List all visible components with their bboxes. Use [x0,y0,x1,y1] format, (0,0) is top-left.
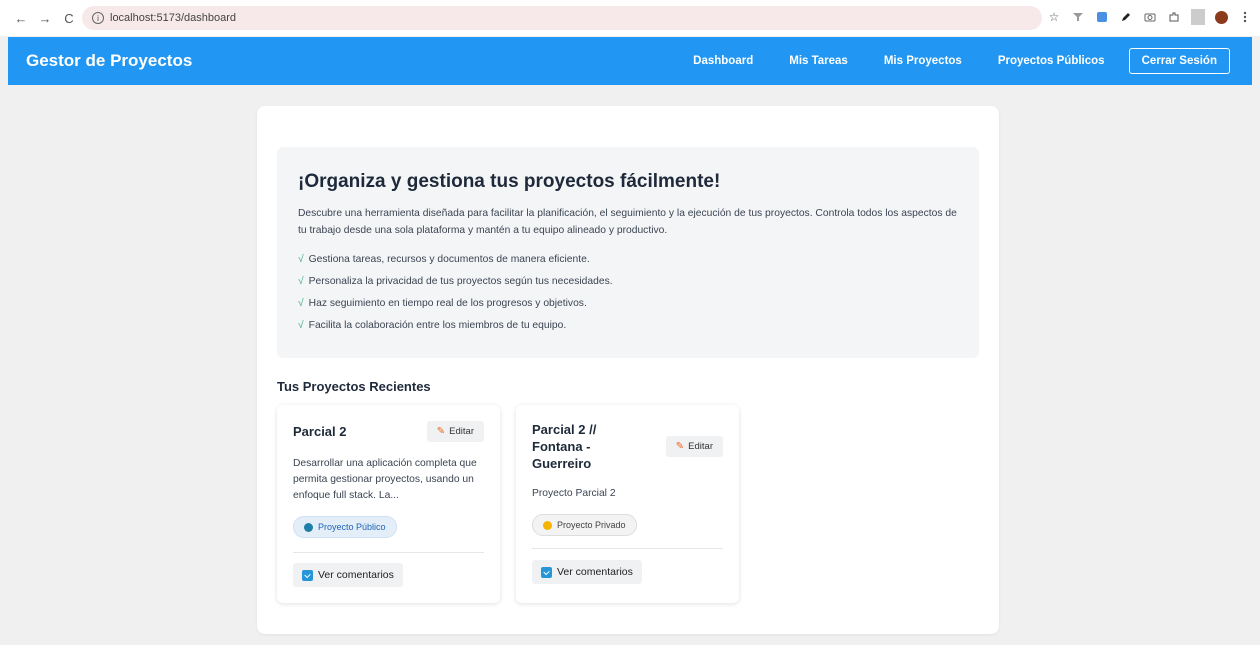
project-title: Parcial 2 [293,424,347,439]
card-header: Parcial 2 // Fontana - Guerreiro ✎ Edita… [532,421,723,472]
reload-icon[interactable]: C [60,9,78,27]
app-header: Gestor de Proyectos Dashboard Mis Tareas… [8,37,1252,85]
edit-button[interactable]: ✎ Editar [665,436,723,457]
extension-square-icon[interactable] [1095,9,1109,25]
comments-label: Ver comentarios [318,569,394,581]
feature-item: √ Gestiona tareas, recursos y documentos … [298,254,590,265]
edit-button[interactable]: ✎ Editar [426,421,484,442]
feature-item: √ Haz seguimiento en tiempo real de los p… [298,298,587,309]
card-header: Parcial 2 ✎ Editar [293,421,484,442]
check-icon: √ [298,276,304,287]
nav-mis-tareas[interactable]: Mis Tareas [789,55,848,67]
project-title: Parcial 2 // Fontana - Guerreiro [532,422,597,471]
extensions-puzzle-icon[interactable] [1167,9,1181,25]
hero-section: ¡Organiza y gestiona tus proyectos fácil… [277,147,979,358]
view-comments-button[interactable]: Ver comentarios [293,563,403,587]
visibility-badge: Proyecto Privado [532,514,637,536]
extension-filter-icon[interactable] [1071,9,1085,25]
globe-icon [304,522,313,532]
logout-button[interactable]: Cerrar Sesión [1128,48,1230,74]
browser-menu-icon[interactable] [1238,9,1252,25]
check-icon: √ [298,254,304,265]
lock-icon [543,520,552,530]
comment-icon [541,566,552,578]
pen-icon[interactable] [1119,9,1133,25]
bookmark-star-icon[interactable]: ☆ [1047,9,1061,25]
view-comments-button[interactable]: Ver comentarios [532,560,642,584]
hero-title: ¡Organiza y gestiona tus proyectos fácil… [298,171,721,192]
card-divider [293,552,484,553]
project-card: Parcial 2 // Fontana - Guerreiro ✎ Edita… [516,405,739,603]
hero-description: Descubre una herramienta diseñada para f… [298,208,957,236]
brand-title[interactable]: Gestor de Proyectos [26,51,192,71]
feature-item: √ Facilita la colaboración entre los miem… [298,320,567,331]
project-description: Proyecto Parcial 2 [532,488,616,499]
browser-toolbar: ← → C i localhost:5173/dashboard ☆ [0,0,1260,36]
back-icon[interactable]: ← [12,9,30,27]
pencil-icon: ✎ [675,441,685,452]
visibility-label: Proyecto Público [318,522,386,532]
check-icon: √ [298,298,304,309]
extensions-area: ☆ [1047,9,1252,25]
feature-item: √ Personaliza la privacidad de tus proyec… [298,276,613,287]
forward-icon[interactable]: → [36,9,54,27]
pencil-icon: ✎ [436,426,446,437]
profile-avatar-icon[interactable] [1215,10,1228,24]
recent-projects-title: Tus Proyectos Recientes [277,379,431,394]
nav-proyectos-publicos[interactable]: Proyectos Públicos [998,55,1105,67]
visibility-badge: Proyecto Público [293,516,397,538]
edit-label: Editar [449,426,474,437]
card-divider [532,548,723,549]
project-description: Desarrollar una aplicación completa que … [293,458,477,501]
dashboard-panel: ¡Organiza y gestiona tus proyectos fácil… [257,106,999,634]
edit-label: Editar [688,441,713,452]
check-icon: √ [298,320,304,331]
site-info-icon[interactable]: i [92,12,104,24]
feature-list: √ Gestiona tareas, recursos y documentos … [298,249,958,337]
nav-dashboard[interactable]: Dashboard [693,55,753,67]
nav-mis-proyectos[interactable]: Mis Proyectos [884,55,962,67]
url-text: localhost:5173/dashboard [110,12,236,24]
project-card: Parcial 2 ✎ Editar Desarrollar una aplic… [277,405,500,603]
camera-icon[interactable] [1143,9,1157,25]
main-nav: Dashboard Mis Tareas Mis Proyectos Proye… [657,37,1230,85]
comment-icon [302,569,313,581]
comments-label: Ver comentarios [557,566,633,578]
address-bar[interactable]: i localhost:5173/dashboard [82,6,1042,30]
toolbar-separator [1191,9,1205,25]
visibility-label: Proyecto Privado [557,520,626,530]
